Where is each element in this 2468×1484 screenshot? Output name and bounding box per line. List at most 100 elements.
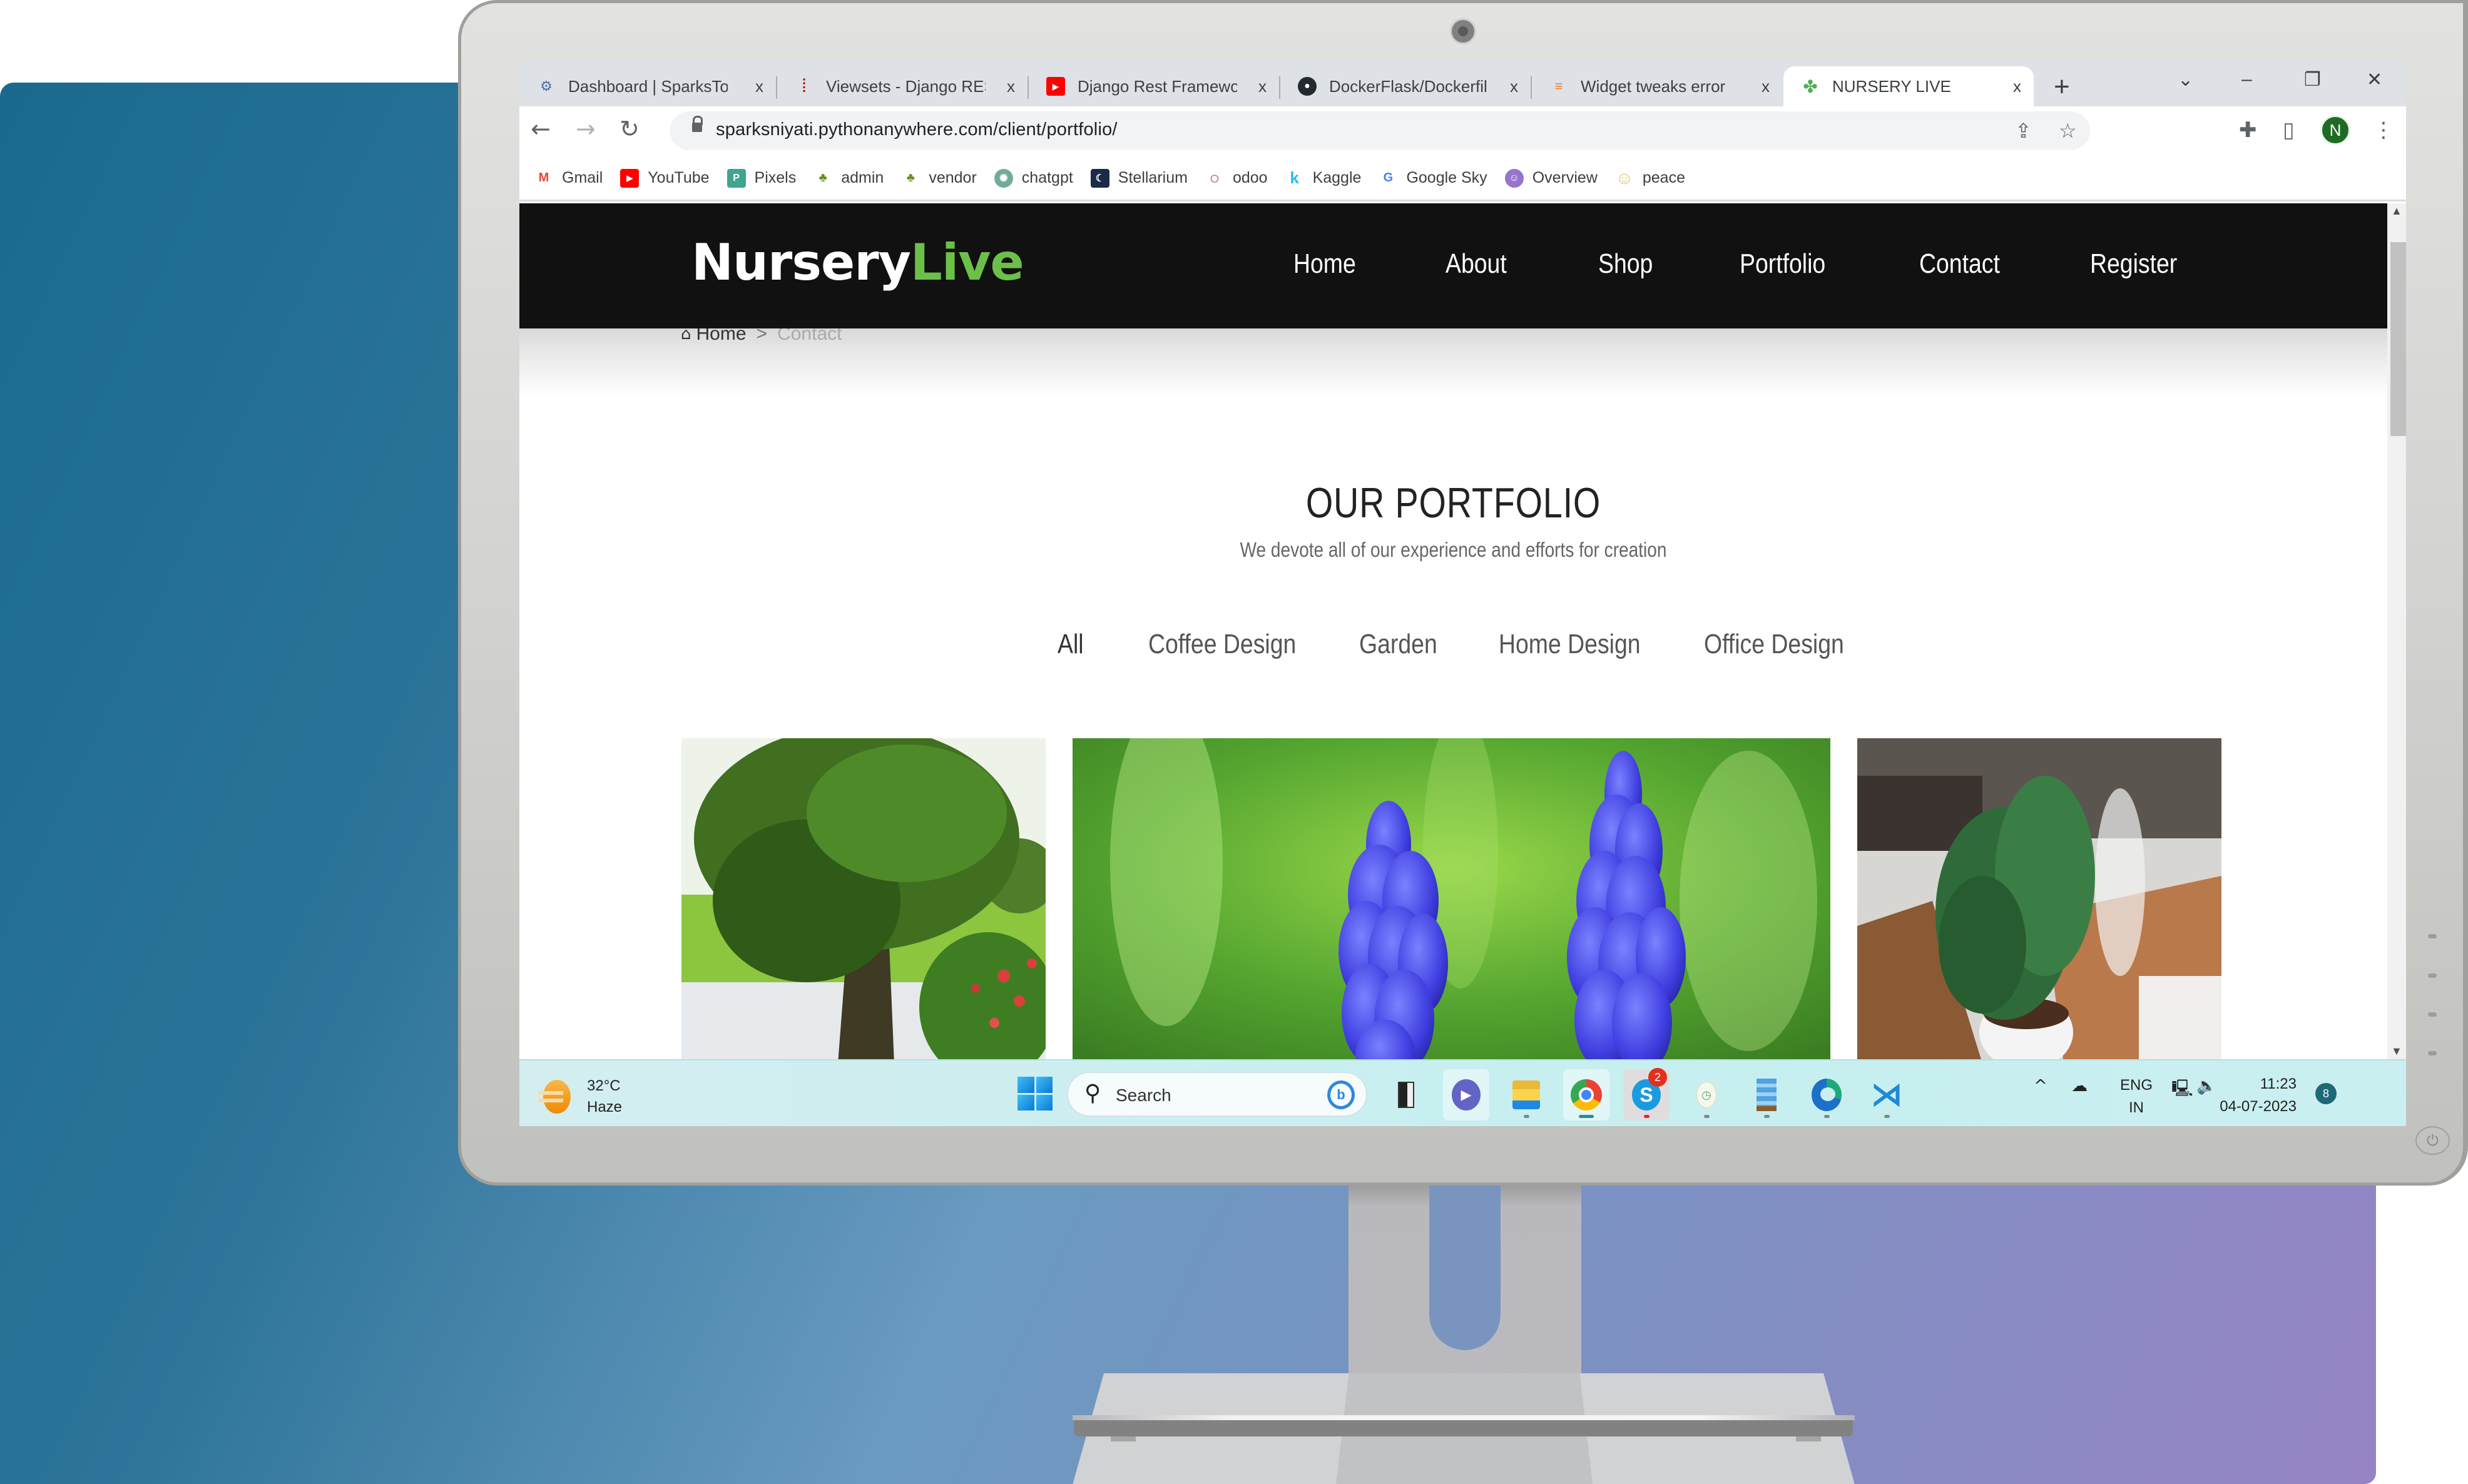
bookmark-label: peace: [1642, 169, 1685, 186]
google-icon: G: [1383, 171, 1394, 185]
youtube-icon: ▶: [1046, 77, 1065, 96]
running-indicator: [1644, 1115, 1650, 1118]
nav-about[interactable]: About: [1446, 248, 1507, 280]
nav-home[interactable]: Home: [1293, 248, 1356, 280]
forward-button[interactable]: →: [576, 115, 596, 143]
close-window-button[interactable]: ✕: [2367, 69, 2382, 91]
nav-register[interactable]: Register: [2090, 248, 2177, 280]
bookmark-stellarium[interactable]: ☾ Stellarium: [1090, 168, 1188, 188]
scrollbar-thumb[interactable]: [2390, 242, 2406, 436]
minimize-button[interactable]: –: [2241, 69, 2252, 90]
bookmark-gmail[interactable]: M Gmail: [534, 169, 603, 188]
windows-start-icon[interactable]: [1017, 1077, 1053, 1110]
show-hidden-icons-chevron[interactable]: ^: [2034, 1077, 2047, 1095]
back-button[interactable]: ←: [531, 115, 551, 143]
close-tab-icon[interactable]: x: [1258, 77, 1267, 96]
language-indicator[interactable]: ENG IN: [2120, 1074, 2153, 1119]
address-bar[interactable]: sparksniyati.pythonanywhere.com/client/p…: [670, 111, 2090, 150]
site-logo[interactable]: NurseryLive: [691, 233, 1024, 292]
bookmark-admin[interactable]: ♣ admin: [813, 169, 884, 188]
bookmark-kaggle[interactable]: k Kaggle: [1285, 168, 1361, 188]
scroll-up-icon[interactable]: ▲: [2391, 205, 2402, 218]
bing-icon[interactable]: b: [1327, 1080, 1355, 1109]
notification-badge[interactable]: 8: [2315, 1083, 2337, 1104]
skype-icon[interactable]: S 2: [1623, 1068, 1670, 1121]
taskbar-search[interactable]: ⚲ Search b: [1067, 1072, 1367, 1117]
edge-icon[interactable]: [1803, 1069, 1850, 1121]
monitor-stand-base-bottom: [1074, 1420, 1853, 1436]
kaggle-icon: k: [1290, 168, 1299, 187]
new-tab-button[interactable]: +: [2054, 71, 2070, 103]
bookmark-label: Google Sky: [1406, 169, 1487, 186]
share-icon[interactable]: ⇪: [2015, 119, 2032, 143]
tab-django-rest-framework[interactable]: ▶ Django Rest Framewo x: [1029, 66, 1279, 106]
extensions-icon[interactable]: ✚: [2239, 118, 2257, 143]
onedrive-sync-icon[interactable]: ☁: [2071, 1077, 2088, 1095]
side-panel-icon[interactable]: ▯: [2283, 118, 2295, 143]
portfolio-photo-hyacinth[interactable]: [1073, 738, 1830, 1059]
weather-widget[interactable]: 32°C Haze: [538, 1075, 623, 1118]
bookmark-label: odoo: [1232, 169, 1268, 186]
filter-all[interactable]: All: [1058, 629, 1084, 660]
profile-avatar[interactable]: N: [2320, 115, 2350, 145]
tab-dockerflask[interactable]: ● DockerFlask/Dockerfil x: [1280, 66, 1531, 106]
tab-dashboard[interactable]: ⚙ Dashboard | SparksTo x: [519, 66, 776, 106]
bookmark-youtube[interactable]: ▶ YouTube: [620, 168, 710, 188]
network-icon[interactable]: 🖳: [2171, 1077, 2193, 1104]
vscode-icon[interactable]: ⋊: [1864, 1069, 1910, 1121]
weather-temp: 32°C: [587, 1077, 621, 1094]
close-tab-icon[interactable]: x: [755, 77, 763, 96]
bookmark-odoo[interactable]: ○ odoo: [1205, 168, 1268, 188]
notepad-icon[interactable]: [1743, 1069, 1790, 1121]
stage: ⏻ ⚙ Dashboard | SparksTo x ⁞ Viewsets - …: [0, 0, 2468, 1484]
youtube-icon: ▶: [620, 168, 640, 188]
bookmark-overview[interactable]: ☺ Overview: [1504, 168, 1598, 188]
filter-garden[interactable]: Garden: [1359, 629, 1437, 660]
url-text[interactable]: sparksniyati.pythonanywhere.com/client/p…: [716, 119, 1118, 140]
clock-date: 04-07-2023: [2220, 1098, 2297, 1115]
close-tab-icon[interactable]: x: [1007, 77, 1015, 96]
chrome-icon[interactable]: [1563, 1069, 1609, 1121]
filter-coffee-design[interactable]: Coffee Design: [1148, 629, 1296, 660]
tab-widget-tweaks[interactable]: ≡ Widget tweaks error x: [1532, 66, 1782, 106]
portfolio-photo-tree[interactable]: [681, 738, 1046, 1059]
scroll-down-icon[interactable]: ▼: [2391, 1045, 2402, 1058]
bookmark-vendor[interactable]: ♣ vendor: [901, 169, 977, 188]
file-explorer-icon[interactable]: [1503, 1069, 1549, 1121]
close-tab-icon[interactable]: x: [2013, 77, 2021, 96]
tab-viewsets[interactable]: ⁞ Viewsets - Django RES x: [777, 66, 1027, 106]
running-indicator: [1579, 1115, 1594, 1118]
bookmark-label: vendor: [929, 169, 977, 186]
close-tab-icon[interactable]: x: [1762, 77, 1770, 96]
weather-condition: Haze: [587, 1099, 623, 1116]
nursery-leaf-icon: ✤: [1803, 76, 1818, 96]
menu-kebab-icon[interactable]: ⋮: [2373, 118, 2394, 143]
reload-button[interactable]: ↻: [620, 115, 640, 143]
bookmark-peace[interactable]: ☺ peace: [1615, 168, 1685, 188]
page-scrollbar[interactable]: ▲ ▼: [2387, 203, 2406, 1059]
bookmark-pixels[interactable]: P Pixels: [727, 168, 796, 188]
bookmark-google-sky[interactable]: G Google Sky: [1379, 169, 1487, 188]
bookmark-star-icon[interactable]: ☆: [2059, 119, 2077, 143]
close-tab-icon[interactable]: x: [1510, 77, 1518, 96]
nav-portfolio[interactable]: Portfolio: [1740, 248, 1825, 280]
system-clock[interactable]: 11:23 04-07-2023: [2196, 1073, 2297, 1118]
chatgpt-icon: ✺: [994, 168, 1013, 188]
clock-app-icon[interactable]: ◷: [1683, 1069, 1730, 1121]
nav-contact[interactable]: Contact: [1919, 248, 2000, 280]
tab-search-icon[interactable]: ⌄: [2178, 69, 2193, 91]
gmail-icon: M: [538, 171, 549, 185]
filter-office-design[interactable]: Office Design: [1704, 629, 1844, 660]
power-icon[interactable]: ⏻: [2415, 1126, 2450, 1155]
teams-meet-icon[interactable]: ▶: [1443, 1069, 1489, 1121]
task-view-icon[interactable]: [1383, 1069, 1429, 1121]
filter-home-design[interactable]: Home Design: [1499, 629, 1641, 660]
restore-button[interactable]: ❐: [2304, 69, 2321, 91]
portfolio-photo-potted-plant[interactable]: [1857, 738, 2221, 1059]
nav-shop[interactable]: Shop: [1598, 248, 1653, 280]
haze-weather-icon: [538, 1080, 571, 1114]
site-navbar: NurseryLive Home About Shop Portfolio Co…: [519, 203, 2387, 328]
monitor-stand-foot: [1796, 1436, 1821, 1441]
bookmark-chatgpt[interactable]: ✺ chatgpt: [994, 168, 1073, 188]
tab-nursery-live[interactable]: ✤ NURSERY LIVE x: [1783, 66, 2034, 106]
